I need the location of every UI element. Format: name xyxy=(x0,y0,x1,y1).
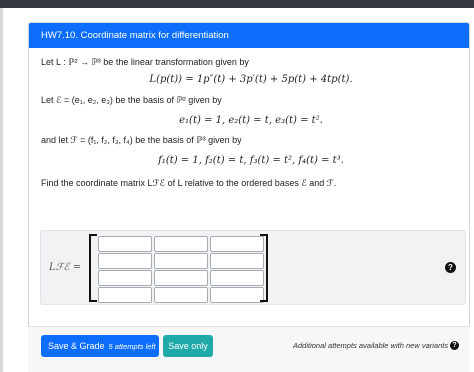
matrix-cell-input[interactable] xyxy=(98,236,152,252)
matrix-input-grid xyxy=(98,236,264,303)
top-bar xyxy=(0,0,474,8)
save-only-button[interactable]: Save only xyxy=(163,335,213,357)
equation-basis-e: e₁(t) = 1, e₂(t) = t, e₃(t) = t². xyxy=(179,115,323,126)
matrix-cell-input[interactable] xyxy=(210,270,264,286)
matrix-cell-input[interactable] xyxy=(154,287,208,303)
matrix-cell-input[interactable] xyxy=(154,236,208,252)
answer-panel: Lℱℰ = ? xyxy=(40,230,466,305)
matrix-cell-input[interactable] xyxy=(154,253,208,269)
equation-transformation: L(p(t)) = 1p″(t) + 3p′(t) + 5p(t) + 4tp(… xyxy=(149,74,353,85)
matrix-cell-input[interactable] xyxy=(98,287,152,303)
matrix-cell-input[interactable] xyxy=(210,236,264,252)
matrix-cell-input[interactable] xyxy=(210,287,264,303)
submission-footer: Save & Grade 5 attempts left Save only Ad… xyxy=(28,326,470,372)
matrix-cell-input[interactable] xyxy=(98,270,152,286)
save-and-grade-button[interactable]: Save & Grade 5 attempts left xyxy=(41,335,159,357)
problem-line-2: Let ℰ = (e₁, e₂, e₃) be the basis of ℙ² … xyxy=(41,95,222,105)
save-and-grade-label: Save & Grade xyxy=(48,341,105,351)
matrix-label: Lℱℰ = xyxy=(49,262,82,273)
attempts-left-label: 5 attempts left xyxy=(108,342,156,351)
equation-basis-f: f₁(t) = 1, f₂(t) = t, f₃(t) = t², f₄(t) … xyxy=(158,155,344,166)
problem-line-4: Find the coordinate matrix Lℱℰ of L rela… xyxy=(41,178,337,188)
problem-line-3: and let ℱ = (f₁, f₂, f₃, f₄) be the basi… xyxy=(41,135,242,145)
additional-attempts-note: Additional attempts available with new v… xyxy=(293,341,449,350)
question-card: HW7.10. Coordinate matrix for differenti… xyxy=(28,22,470,372)
problem-line-1: Let L : ℙ² → ℙ³ be the linear transforma… xyxy=(41,57,249,67)
matrix-cell-input[interactable] xyxy=(98,253,152,269)
matrix-right-bracket xyxy=(260,234,268,302)
question-title: HW7.10. Coordinate matrix for differenti… xyxy=(29,23,469,48)
matrix-left-bracket xyxy=(89,234,97,302)
question-circle-icon[interactable]: ? xyxy=(450,341,459,350)
left-strip xyxy=(0,8,3,372)
matrix-cell-input[interactable] xyxy=(154,270,208,286)
question-circle-icon[interactable]: ? xyxy=(445,262,456,273)
matrix-cell-input[interactable] xyxy=(210,253,264,269)
